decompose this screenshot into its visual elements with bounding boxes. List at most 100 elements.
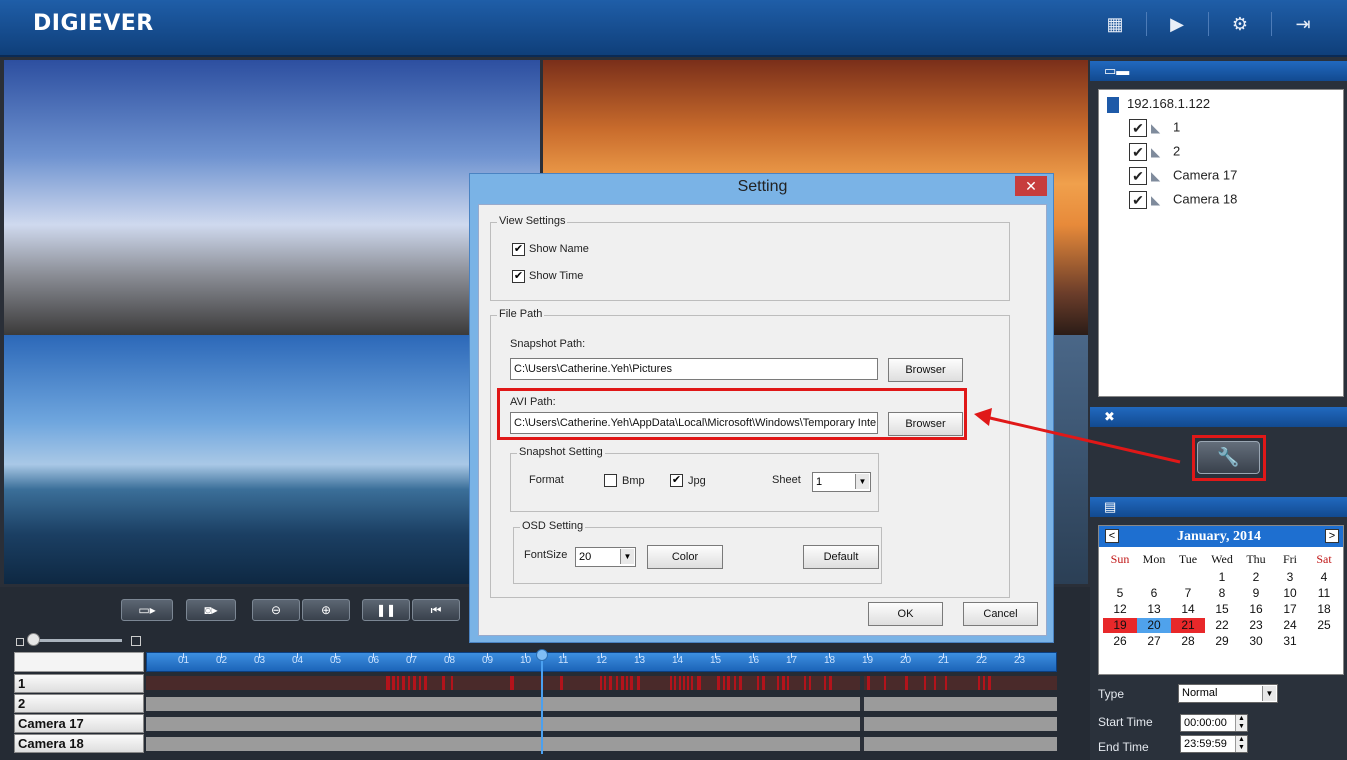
- end-time-input[interactable]: 23:59:59 ▲ ▼: [1180, 735, 1248, 753]
- calendar-day[interactable]: 19: [1103, 618, 1137, 633]
- calendar-day[interactable]: 23: [1239, 618, 1273, 633]
- camera-view-3[interactable]: [4, 335, 540, 584]
- calendar-day[interactable]: 18: [1307, 602, 1341, 617]
- setting-wrench-button[interactable]: 🔧: [1197, 441, 1260, 474]
- calendar-day[interactable]: 25: [1307, 618, 1341, 633]
- zoom-slider-track[interactable]: [36, 639, 122, 642]
- camera-item[interactable]: ✔ ◣ 1: [1129, 119, 1180, 139]
- sheet-dropdown[interactable]: 1 ▼: [812, 472, 871, 492]
- timeline-tick: [183, 653, 184, 658]
- calendar-day[interactable]: 17: [1273, 602, 1307, 617]
- recording-segment: [510, 676, 514, 690]
- timeline-track[interactable]: [146, 697, 1057, 711]
- cancel-button[interactable]: Cancel: [963, 602, 1038, 626]
- calendar-day[interactable]: 13: [1137, 602, 1171, 617]
- calendar-day[interactable]: 3: [1273, 570, 1307, 585]
- calendar-day[interactable]: 30: [1239, 634, 1273, 649]
- zoom-slider-thumb[interactable]: [27, 633, 40, 646]
- show-time-label: Show Time: [529, 270, 584, 282]
- camera-checkbox[interactable]: ✔: [1129, 191, 1147, 209]
- timeline-tick: [411, 653, 412, 658]
- timeline-track[interactable]: [146, 737, 1057, 751]
- calendar-day[interactable]: 22: [1205, 618, 1239, 633]
- zoom-large-icon: [131, 636, 141, 646]
- calendar-day[interactable]: 20: [1137, 618, 1171, 633]
- recording-segment: [674, 676, 676, 690]
- default-button[interactable]: Default: [803, 545, 879, 569]
- calendar-prev-button[interactable]: <: [1105, 529, 1119, 543]
- bmp-checkbox[interactable]: [604, 474, 617, 487]
- timeline-ruler[interactable]: 01 02 03 04 05 06 07 08 09 10 11 12 13 14 15 16 17 18 19 20…: [146, 652, 1057, 672]
- camera-view-1[interactable]: [4, 60, 540, 335]
- snapshot-path-input[interactable]: C:\Users\Catherine.Yeh\Pictures: [510, 358, 878, 380]
- snapshot-browser-button[interactable]: Browser: [888, 358, 963, 382]
- camera-checkbox[interactable]: ✔: [1129, 119, 1147, 137]
- fontsize-dropdown[interactable]: 20 ▼: [575, 547, 636, 567]
- calendar-day[interactable]: 12: [1103, 602, 1137, 617]
- recording-segment: [978, 676, 980, 690]
- calendar-day[interactable]: 7: [1171, 586, 1205, 601]
- calendar-day[interactable]: 16: [1239, 602, 1273, 617]
- calendar-day[interactable]: 1: [1205, 570, 1239, 585]
- calendar-day[interactable]: 14: [1171, 602, 1205, 617]
- camera-name: Camera 18: [1173, 191, 1238, 207]
- calendar-day[interactable]: 10: [1273, 586, 1307, 601]
- jpg-checkbox[interactable]: ✔: [670, 474, 683, 487]
- spinner-icon[interactable]: ▲ ▼: [1235, 736, 1247, 752]
- calendar-day[interactable]: 5: [1103, 586, 1137, 601]
- close-button[interactable]: ✕: [1015, 176, 1047, 196]
- step-back-icon[interactable]: ⏮: [412, 599, 460, 621]
- timeline-cursor-handle[interactable]: [536, 649, 548, 661]
- recording-segment: [397, 676, 399, 690]
- spinner-icon[interactable]: ▲ ▼: [1235, 715, 1247, 731]
- device-node[interactable]: 192.168.1.122: [1107, 96, 1210, 113]
- start-time-input[interactable]: 00:00:00 ▲ ▼: [1180, 714, 1248, 732]
- timeline-cursor[interactable]: [541, 652, 543, 754]
- calendar-next-button[interactable]: >: [1325, 529, 1339, 543]
- timeline-track[interactable]: [146, 717, 1057, 731]
- grid-view-icon[interactable]: ▦: [1100, 12, 1130, 36]
- timeline-track[interactable]: [146, 676, 1057, 690]
- ok-button[interactable]: OK: [868, 602, 943, 626]
- playback-icon[interactable]: ▶: [1162, 12, 1192, 36]
- logout-icon[interactable]: ⇥: [1288, 12, 1318, 36]
- recording-segment: [983, 676, 985, 690]
- camera-checkbox[interactable]: ✔: [1129, 167, 1147, 185]
- camera-item[interactable]: ✔ ◣ Camera 17: [1129, 167, 1237, 187]
- calendar-day[interactable]: 4: [1307, 570, 1341, 585]
- snapshot-folder-icon[interactable]: ◙▸: [186, 599, 236, 621]
- recording-segment: [717, 676, 720, 690]
- type-value: Normal: [1182, 687, 1218, 699]
- camera-item[interactable]: ✔ ◣ Camera 18: [1129, 191, 1237, 211]
- zoom-out-icon[interactable]: ⊖: [252, 599, 300, 621]
- show-name-checkbox[interactable]: ✔: [512, 243, 525, 256]
- zoom-in-icon[interactable]: ⊕: [302, 599, 350, 621]
- calendar-day[interactable]: 31: [1273, 634, 1307, 649]
- calendar-day[interactable]: 29: [1205, 634, 1239, 649]
- calendar-day[interactable]: 26: [1103, 634, 1137, 649]
- recording-segment: [424, 676, 427, 690]
- calendar-day[interactable]: 24: [1273, 618, 1307, 633]
- color-button[interactable]: Color: [647, 545, 723, 569]
- timeline-tick: [525, 653, 526, 658]
- calendar-day[interactable]: 21: [1171, 618, 1205, 633]
- camera-checkbox[interactable]: ✔: [1129, 143, 1147, 161]
- settings-gear-icon[interactable]: ⚙: [1225, 12, 1255, 36]
- show-time-checkbox[interactable]: ✔: [512, 270, 525, 283]
- calendar-day[interactable]: 9: [1239, 586, 1273, 601]
- calendar-day[interactable]: 2: [1239, 570, 1273, 585]
- recording-segment: [560, 676, 563, 690]
- calendar-day[interactable]: 27: [1137, 634, 1171, 649]
- calendar-day[interactable]: 11: [1307, 586, 1341, 601]
- timeline-row-label: 2: [14, 694, 144, 713]
- recording-segment: [402, 676, 405, 690]
- record-folder-icon[interactable]: ▭▸: [121, 599, 173, 621]
- calendar-day[interactable]: 28: [1171, 634, 1205, 649]
- pause-icon[interactable]: ❚❚: [362, 599, 410, 621]
- calendar-day[interactable]: 15: [1205, 602, 1239, 617]
- camera-item[interactable]: ✔ ◣ 2: [1129, 143, 1180, 163]
- type-dropdown[interactable]: Normal ▼: [1178, 684, 1278, 703]
- calendar-day[interactable]: 8: [1205, 586, 1239, 601]
- timeline-tick: [829, 653, 830, 658]
- calendar-day[interactable]: 6: [1137, 586, 1171, 601]
